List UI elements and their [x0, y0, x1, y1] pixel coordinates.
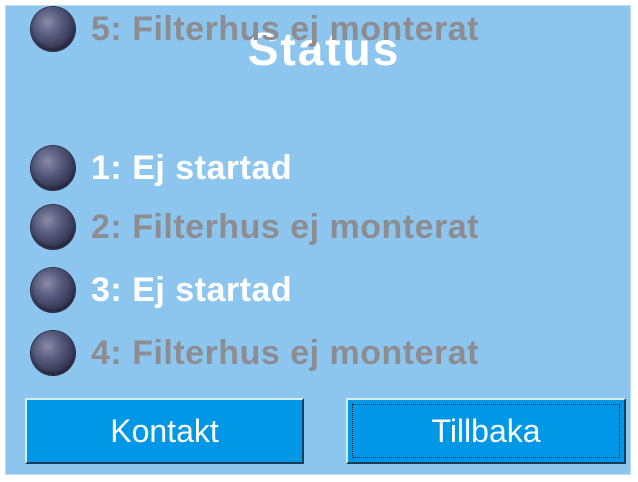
status-label-4: Filterhus ej monterat: [132, 334, 479, 372]
status-row-4: 4: Filterhus ej monterat: [31, 330, 631, 376]
status-text-4: 4: Filterhus ej monterat: [91, 330, 479, 376]
status-prefix-2: 2:: [91, 208, 123, 246]
status-led-icon: [31, 331, 75, 375]
status-row-3: 3: Ej startad: [31, 267, 631, 313]
status-led-icon: [31, 268, 75, 312]
status-label-2: Filterhus ej monterat: [132, 208, 479, 246]
status-prefix-3: 3:: [91, 271, 123, 309]
status-prefix-5: 5:: [91, 10, 123, 48]
status-prefix-1: 1:: [91, 149, 123, 187]
status-text-2: 2: Filterhus ej monterat: [91, 204, 479, 250]
status-row-5: 5: Filterhus ej monterat: [31, 6, 631, 52]
back-button[interactable]: Tillbaka: [346, 398, 626, 464]
status-row-1: 1: Ej startad: [31, 145, 631, 191]
status-label-5: Filterhus ej monterat: [132, 10, 479, 48]
status-label-3: Ej startad: [132, 271, 293, 309]
status-text-3: 3: Ej startad: [91, 267, 292, 313]
back-button-label: Tillbaka: [431, 413, 541, 449]
contact-button[interactable]: Kontakt: [25, 398, 304, 464]
status-text-5: 5: Filterhus ej monterat: [91, 6, 479, 52]
status-row-2: 2: Filterhus ej monterat: [31, 204, 631, 250]
status-led-icon: [31, 205, 75, 249]
status-led-icon: [31, 146, 75, 190]
status-text-1: 1: Ej startad: [91, 145, 292, 191]
status-label-1: Ej startad: [132, 149, 293, 187]
status-led-icon: [31, 7, 75, 51]
status-prefix-4: 4:: [91, 334, 123, 372]
contact-button-label: Kontakt: [110, 413, 219, 449]
